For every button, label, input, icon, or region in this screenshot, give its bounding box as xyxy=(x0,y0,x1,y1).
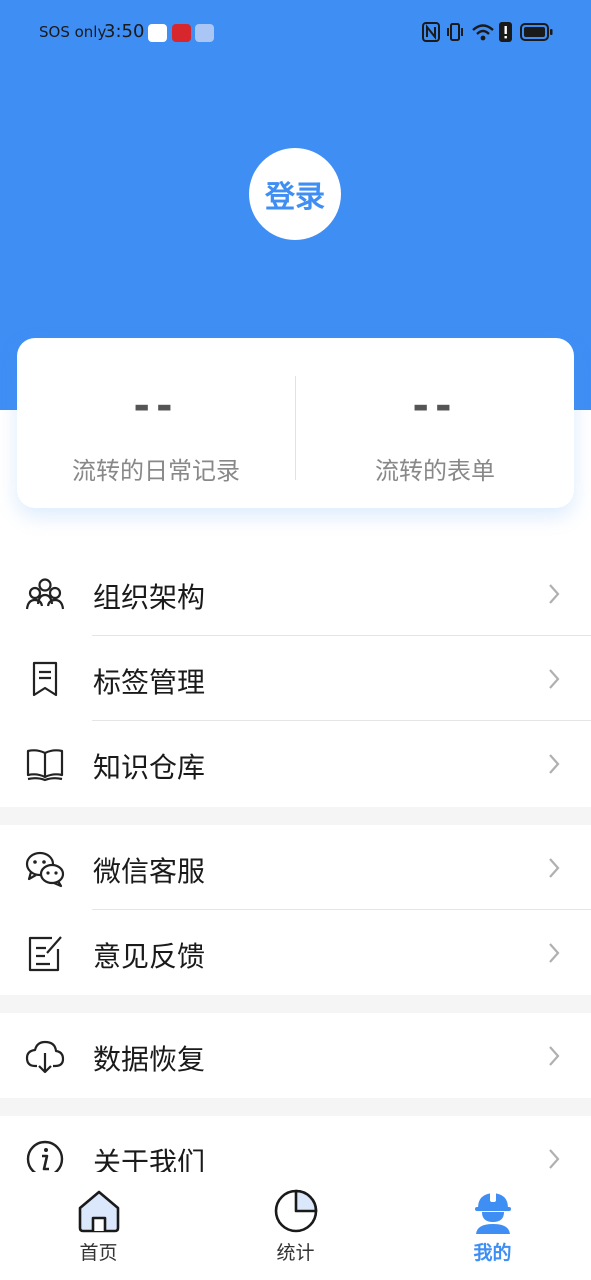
chevron-right-icon xyxy=(549,943,560,963)
chevron-right-icon xyxy=(549,584,560,604)
status-bar: SOS only 3:50 xyxy=(0,0,591,66)
nav-label: 首页 xyxy=(79,1242,118,1264)
vibrate-icon xyxy=(447,23,463,41)
signal-alert-icon xyxy=(499,22,512,42)
stats-card: -- 流转的日常记录 -- 流转的表单 xyxy=(17,338,574,508)
stat-value: -- xyxy=(133,383,179,429)
shield-notification-icon xyxy=(148,24,167,42)
menu-label: 意见反馈 xyxy=(93,940,206,973)
menu-label: 微信客服 xyxy=(93,855,206,888)
nav-label: 统计 xyxy=(276,1242,315,1264)
clock-text: 3:50 xyxy=(104,21,145,42)
menu-label: 知识仓库 xyxy=(93,751,206,784)
bottom-navigation: 首页 统计 我的 xyxy=(0,1172,591,1280)
book-icon xyxy=(26,749,64,782)
wechat-icon xyxy=(25,851,65,888)
pie-chart-icon xyxy=(274,1189,318,1233)
chevron-right-icon xyxy=(549,754,560,774)
login-button[interactable]: 登录 xyxy=(249,148,341,240)
chevron-right-icon xyxy=(549,858,560,878)
chevron-right-icon xyxy=(549,1046,560,1066)
stat-label: 流转的表单 xyxy=(375,457,495,485)
nav-home[interactable]: 首页 xyxy=(0,1172,197,1280)
menu-item-data-recovery[interactable]: 数据恢复 xyxy=(0,1013,591,1098)
menu-item-wechat-service[interactable]: 微信客服 xyxy=(0,825,591,910)
menu-label: 数据恢复 xyxy=(93,1043,206,1076)
organization-icon xyxy=(25,578,65,610)
menu-section-main: 组织架构 标签管理 知识仓库 xyxy=(0,551,591,807)
menu-item-organization[interactable]: 组织架构 xyxy=(0,551,591,636)
wifi-icon xyxy=(472,24,494,41)
menu-item-tags[interactable]: 标签管理 xyxy=(0,636,591,721)
daily-records-stat[interactable]: -- 流转的日常记录 xyxy=(17,338,295,508)
home-icon xyxy=(78,1190,120,1233)
nav-statistics[interactable]: 统计 xyxy=(197,1172,394,1280)
worker-helmet-icon xyxy=(475,1190,511,1234)
chevron-right-icon xyxy=(549,669,560,689)
nfc-icon xyxy=(422,22,440,42)
nav-mine[interactable]: 我的 xyxy=(394,1172,591,1280)
menu-section-data: 数据恢复 xyxy=(0,1013,591,1098)
stat-label: 流转的日常记录 xyxy=(72,457,240,485)
battery-icon xyxy=(520,23,553,41)
menu-label: 标签管理 xyxy=(93,666,206,699)
menu-label: 组织架构 xyxy=(93,581,206,614)
forms-stat[interactable]: -- 流转的表单 xyxy=(296,338,574,508)
nav-label: 我的 xyxy=(473,1242,512,1264)
menu-item-knowledge[interactable]: 知识仓库 xyxy=(0,721,591,806)
mail-notification-icon xyxy=(195,24,214,42)
stat-value: -- xyxy=(412,383,458,429)
feedback-icon xyxy=(28,936,62,972)
menu-item-feedback[interactable]: 意见反馈 xyxy=(0,910,591,995)
bookmark-icon xyxy=(32,661,58,697)
carrier-text: SOS only xyxy=(39,23,107,41)
app-notification-icon xyxy=(172,24,191,42)
cloud-download-icon xyxy=(25,1040,65,1074)
menu-section-support: 微信客服 意见反馈 xyxy=(0,825,591,995)
chevron-right-icon xyxy=(549,1149,560,1169)
